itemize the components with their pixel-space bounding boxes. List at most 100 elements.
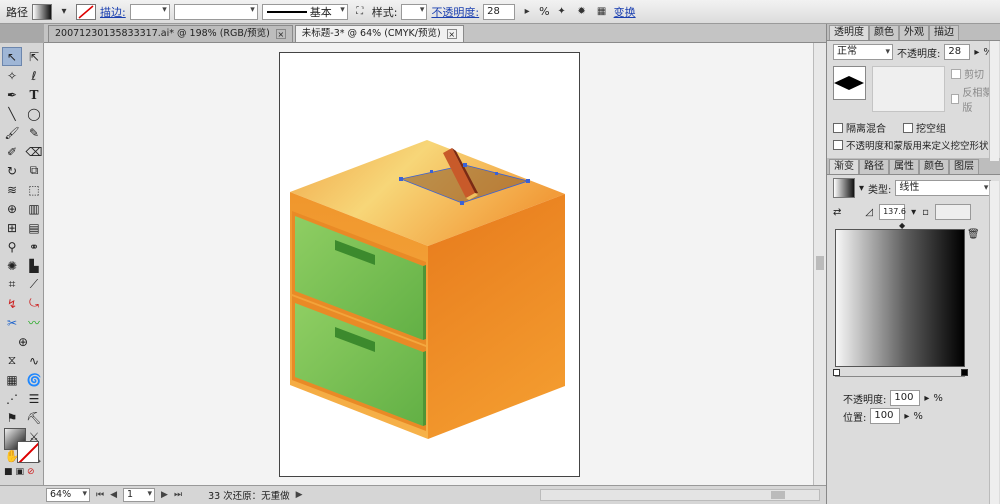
column-graph-tool-icon[interactable]: ▙ xyxy=(24,256,44,275)
document-canvas[interactable] xyxy=(44,43,813,485)
close-icon[interactable]: × xyxy=(446,29,457,39)
live-paint-tool-icon[interactable]: ⚑ xyxy=(2,408,22,427)
document-setup-icon[interactable]: ✹ xyxy=(574,4,590,20)
grid-tool-icon[interactable]: ▦ xyxy=(2,370,22,389)
selection-tool-icon[interactable]: ↖ xyxy=(2,47,22,66)
rotate-tool-icon[interactable]: ↻ xyxy=(2,161,22,180)
reshape-tool-icon[interactable]: ⤿ xyxy=(24,294,44,313)
gradient-tool-icon[interactable]: ▤ xyxy=(24,218,44,237)
gradient-stop-right[interactable] xyxy=(961,369,968,376)
width-tool-icon[interactable]: ↯ xyxy=(2,294,22,313)
tab-appearance[interactable]: 外观 xyxy=(899,25,929,40)
close-icon[interactable]: × xyxy=(275,29,286,39)
flare-tool-icon[interactable]: ⋰ xyxy=(2,389,22,408)
scale-tool-icon[interactable]: ⧉ xyxy=(24,161,44,180)
slice-tool-icon[interactable]: ⟋ xyxy=(24,275,44,294)
brush-dropdown[interactable]: 基本 xyxy=(261,3,348,20)
gradient-mode-icon[interactable]: ▣ xyxy=(16,467,25,477)
stroke-weight-dropdown[interactable] xyxy=(129,3,170,20)
mesh-tool-icon[interactable]: ⊞ xyxy=(2,218,22,237)
first-artboard-icon[interactable]: ⏮ xyxy=(96,490,104,500)
zoom-dropdown[interactable]: 64% xyxy=(46,488,90,502)
mask-thumbnail[interactable] xyxy=(871,66,946,112)
lasso-tool-icon[interactable]: ℓ xyxy=(24,66,44,85)
eraser-tool-icon[interactable]: ⌫ xyxy=(24,142,44,161)
blob-brush-tool-icon[interactable]: ✐ xyxy=(2,142,22,161)
panel-opacity-arrow-icon[interactable]: ▸ xyxy=(974,47,979,58)
gradient-swatch[interactable] xyxy=(833,178,855,198)
twirl-tool-icon[interactable]: 🌀 xyxy=(24,370,44,389)
line-tool-icon[interactable]: ╲ xyxy=(2,104,22,123)
panel-opacity-input[interactable]: 28 xyxy=(944,44,971,60)
recolor-artwork-icon[interactable]: ✦ xyxy=(554,4,570,20)
list-tool-icon[interactable]: ☰ xyxy=(24,389,44,408)
vertical-scrollbar[interactable] xyxy=(813,43,826,485)
clip-checkbox[interactable] xyxy=(951,68,962,79)
pencil-tool-icon[interactable]: ✎ xyxy=(24,123,44,142)
type-tool-icon[interactable]: T xyxy=(24,85,44,104)
stop-opacity-input[interactable]: 100 xyxy=(890,390,921,406)
reverse-gradient-icon[interactable]: ⇄ xyxy=(833,207,841,218)
angle-arrow-icon[interactable]: ▾ xyxy=(911,207,916,218)
opacity-mask-checkbox[interactable] xyxy=(833,140,843,150)
doc-tab-1[interactable]: 20071230135833317.ai* @ 198% (RGB/预览) × xyxy=(48,25,293,42)
opacity-input[interactable]: 28 xyxy=(483,3,516,20)
tab-color[interactable]: 颜色 xyxy=(869,25,899,40)
doc-tab-2[interactable]: 未标题-3* @ 64% (CMYK/预览) × xyxy=(294,25,464,42)
gradient-stop-left[interactable] xyxy=(833,369,840,376)
align-icon[interactable]: ▦ xyxy=(594,4,610,20)
fill-color-swatch[interactable] xyxy=(32,3,52,20)
stop-opacity-arrow-icon[interactable]: ▸ xyxy=(924,393,929,404)
graphic-style-dropdown[interactable] xyxy=(401,3,428,20)
blend-tool-icon[interactable]: ⚭ xyxy=(24,237,44,256)
scroll-thumb[interactable] xyxy=(816,256,824,270)
tab-gradient[interactable]: 渐变 xyxy=(829,159,859,174)
tab-pathfinder[interactable]: 路径 xyxy=(859,159,889,174)
artboard[interactable] xyxy=(279,52,580,477)
gradient-swatch-arrow-icon[interactable]: ▾ xyxy=(859,183,864,194)
fill-stroke-widget[interactable] xyxy=(4,428,40,464)
transform-link[interactable]: 变换 xyxy=(614,4,636,20)
location-arrow-icon[interactable]: ▸ xyxy=(904,411,909,422)
free-transform-tool-icon[interactable]: ⬚ xyxy=(24,180,44,199)
next-artboard-icon[interactable]: ▶ xyxy=(161,490,168,500)
angle-input[interactable]: 137.6 xyxy=(879,204,906,220)
transparency-panel-scrollbar[interactable] xyxy=(989,41,999,161)
pen-tool-icon[interactable]: ✒ xyxy=(2,85,22,104)
stroke-color-swatch[interactable] xyxy=(76,3,96,20)
gradient-slider[interactable] xyxy=(833,369,968,377)
knockout-checkbox[interactable] xyxy=(903,122,913,133)
envelope-tool-icon[interactable]: ⧖ xyxy=(2,351,22,370)
stroke-box[interactable] xyxy=(17,441,39,463)
variable-width-dropdown[interactable] xyxy=(173,3,258,20)
brush-options-icon[interactable]: ⛶ xyxy=(352,4,368,20)
tab-transparency[interactable]: 透明度 xyxy=(829,25,869,40)
shape-builder-tool-icon[interactable]: ⊕ xyxy=(2,199,22,218)
scroll-thumb[interactable] xyxy=(771,491,785,499)
tab-layers[interactable]: 图层 xyxy=(949,159,979,174)
artboard-number-dropdown[interactable]: 1 xyxy=(123,488,156,502)
tab-stroke[interactable]: 描边 xyxy=(929,25,959,40)
delete-stop-icon[interactable]: 🗑 xyxy=(967,229,980,240)
tab-attributes[interactable]: 属性 xyxy=(889,159,919,174)
artboard-tool-icon[interactable]: ⌗ xyxy=(2,275,22,294)
invert-mask-checkbox[interactable] xyxy=(951,94,960,104)
gradient-panel-scrollbar[interactable] xyxy=(989,181,999,504)
isolate-blend-checkbox[interactable] xyxy=(833,122,843,133)
scissors-tool-icon[interactable]: ✂ xyxy=(2,313,22,332)
color-mode-icon[interactable]: ■ xyxy=(4,467,13,477)
prev-artboard-icon[interactable]: ◀ xyxy=(110,490,117,500)
symbol-sprayer-tool-icon[interactable]: ✺ xyxy=(2,256,22,275)
warp-tool-icon[interactable]: ≋ xyxy=(2,180,22,199)
status-menu-arrow-icon[interactable]: ▶ xyxy=(296,490,303,500)
perspective-grid-tool-icon[interactable]: ▥ xyxy=(24,199,44,218)
stroke-link[interactable]: 描边: xyxy=(100,4,126,20)
fill-dropdown-icon[interactable]: ▾ xyxy=(56,4,72,20)
last-artboard-icon[interactable]: ⏭ xyxy=(174,490,182,500)
gradient-type-dropdown[interactable]: 线性 xyxy=(895,180,992,196)
wave-tool-icon[interactable]: ∿ xyxy=(24,351,44,370)
tab-color-2[interactable]: 颜色 xyxy=(919,159,949,174)
location-input[interactable]: 100 xyxy=(870,408,901,424)
opacity-dropdown-icon[interactable]: ▸ xyxy=(519,4,535,20)
none-mode-icon[interactable]: ⊘ xyxy=(27,467,35,477)
